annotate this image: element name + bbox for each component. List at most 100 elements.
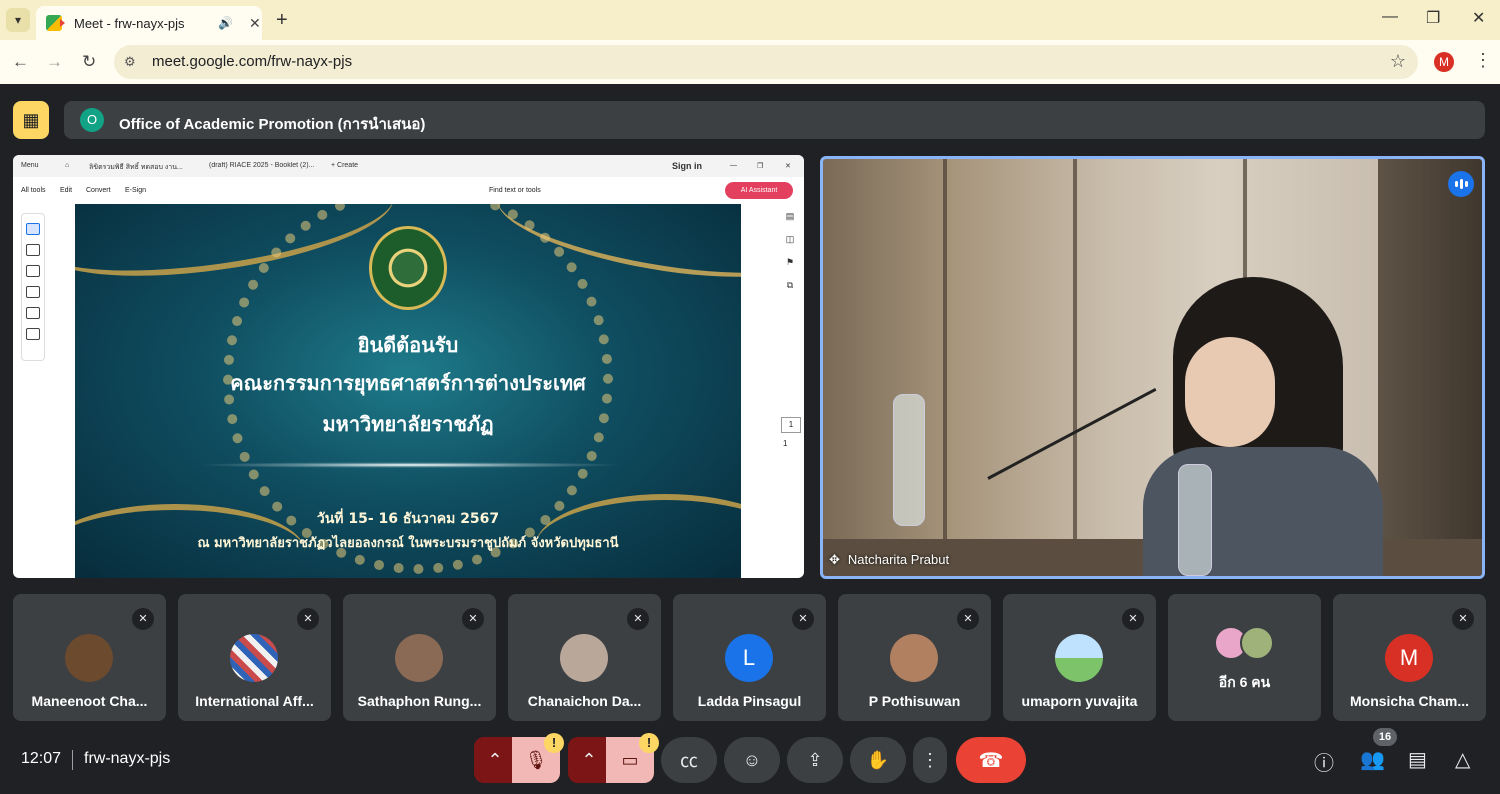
mic-warning-icon: ! — [544, 733, 564, 753]
speaking-indicator-icon — [1448, 171, 1474, 197]
participant-name: International Aff... — [195, 693, 314, 709]
meeting-info-icon[interactable]: ⓘ — [1314, 747, 1334, 776]
university-seal-icon — [369, 226, 447, 310]
audio-options-button[interactable]: ⌃ — [474, 737, 516, 783]
omnibox[interactable]: ⚙ meet.google.com/frw-nayx-pjs ☆ — [114, 45, 1418, 79]
avatar — [65, 634, 113, 682]
address-bar-row: ← → ↻ ⚙ meet.google.com/frw-nayx-pjs ☆ — [0, 40, 1500, 84]
avatar — [395, 634, 443, 682]
mic-off-icon: ✕ — [957, 608, 979, 630]
water-bottle — [893, 394, 925, 526]
browser-menu-icon[interactable]: ⋮ — [1474, 50, 1492, 71]
participant-tile[interactable]: ✕ L Ladda Pinsagul — [673, 594, 826, 721]
activities-icon[interactable]: △ — [1455, 747, 1470, 772]
participant-tile[interactable]: ✕ M Monsicha Cham... — [1333, 594, 1486, 721]
chat-icon[interactable]: ▤ — [1408, 747, 1427, 772]
participant-name: Ladda Pinsagul — [697, 693, 802, 709]
acrobat-left-tools — [21, 213, 45, 361]
meeting-time: 12:07 — [21, 750, 62, 767]
presentation-slide: ยินดีต้อนรับ คณะกรรมการยุทธศาสตร์การต่าง… — [75, 204, 741, 578]
forward-icon[interactable]: → — [46, 52, 63, 72]
participant-tile[interactable]: ✕ International Aff... — [178, 594, 331, 721]
tool-all: All tools — [21, 187, 46, 194]
find-text: Find text or tools — [489, 187, 541, 194]
video-options-button[interactable]: ⌃ — [568, 737, 610, 783]
more-participants-label: อีก 6 คน — [1218, 674, 1271, 690]
participant-name: Maneenoot Cha... — [31, 693, 148, 709]
acrobat-minimize-icon: — — [730, 162, 737, 169]
page-number-input: 1 — [781, 417, 801, 433]
avatar — [560, 634, 608, 682]
tab-search-button[interactable]: ▾ — [6, 8, 30, 32]
speaker-tile[interactable]: ✥ Natcharita Prabut — [820, 156, 1485, 579]
people-count-badge: 16 — [1373, 728, 1397, 746]
divider — [72, 750, 73, 770]
acrobat-tab-bar: Menu ⌂ ลิขิตรวมพิธี สิทธิ์ ทดสอบ งาน... … — [13, 155, 804, 178]
more-options-button[interactable]: ⋮ — [913, 737, 947, 783]
tool-esign: E-Sign — [125, 187, 147, 194]
browser-tab-bar: ▾ Meet - frw-nayx-pjs 🔊 ✕ + — ❐ ✕ — [0, 0, 1500, 40]
mic-off-icon: ✕ — [462, 608, 484, 630]
more-participants-tile[interactable]: อีก 6 คน — [1168, 594, 1321, 721]
shared-screen: Menu ⌂ ลิขิตรวมพิธี สิทธิ์ ทดสอบ งาน... … — [13, 155, 804, 578]
mic-off-icon: ✕ — [1452, 608, 1474, 630]
bookmark-star-icon[interactable]: ☆ — [1390, 51, 1406, 72]
stop-presenting-view-icon[interactable]: ▦ — [13, 101, 49, 139]
people-icon[interactable]: 👥 — [1360, 747, 1385, 772]
site-info-icon[interactable]: ⚙ — [124, 54, 136, 70]
url-text[interactable]: meet.google.com/frw-nayx-pjs — [152, 53, 352, 70]
participant-tile[interactable]: ✕ Maneenoot Cha... — [13, 594, 166, 721]
presenter-avatar: O — [80, 108, 104, 132]
participant-name: Sathaphon Rung... — [357, 693, 482, 709]
mic-off-icon: ✕ — [627, 608, 649, 630]
participant-tile[interactable]: ✕ Chanaichon Da... — [508, 594, 661, 721]
tool-convert: Convert — [86, 187, 111, 194]
close-window-icon[interactable]: ✕ — [1472, 8, 1485, 28]
raise-hand-button[interactable]: ✋ — [850, 737, 906, 783]
reload-icon[interactable]: ↻ — [82, 52, 96, 72]
reactions-button[interactable]: ☺ — [724, 737, 780, 783]
slide-date: วันที่ 15- 16 ธันวาคม 2567 — [316, 511, 500, 527]
acrobat-tab-1: ลิขิตรวมพิธี สิทธิ์ ทดสอบ งาน... — [89, 164, 183, 171]
slide-university: มหาวิทยาลัยราชภัฏ — [322, 412, 494, 436]
acrobat-create: + Create — [331, 162, 359, 169]
presenter-title: Office of Academic Promotion (การนำเสนอ) — [119, 116, 426, 133]
presenter-bar: O Office of Academic Promotion (การนำเสน… — [64, 101, 1485, 139]
slide-committee: คณะกรรมการยุทธศาสตร์การต่างประเทศ — [230, 371, 586, 395]
mic-off-icon: ✕ — [792, 608, 814, 630]
acrobat-right-tools: ▤ ◫ ⚑ ⧉ — [785, 211, 795, 290]
minimize-icon[interactable]: — — [1382, 8, 1398, 26]
avatar: M — [1385, 634, 1433, 682]
browser-tab-meet[interactable]: Meet - frw-nayx-pjs 🔊 ✕ — [36, 6, 262, 40]
present-screen-button[interactable]: ⇪ — [787, 737, 843, 783]
tab-close-icon[interactable]: ✕ — [249, 15, 261, 32]
speaker-video — [1133, 277, 1393, 576]
avatar: L — [725, 634, 773, 682]
tool-edit: Edit — [60, 187, 73, 194]
avatar — [230, 634, 278, 682]
tab-title: Meet - frw-nayx-pjs — [74, 15, 185, 31]
restore-icon[interactable]: ❐ — [1426, 8, 1440, 28]
mic-off-icon: ✕ — [132, 608, 154, 630]
back-icon[interactable]: ← — [12, 52, 29, 72]
acrobat-tab-2: (draft) RIACE 2025 - Booklet (2)... — [209, 162, 315, 169]
acrobat-sign-in: Sign in — [672, 161, 702, 171]
meeting-code: frw-nayx-pjs — [84, 750, 171, 767]
pin-icon[interactable]: ✥ — [829, 552, 840, 567]
avatar — [1055, 634, 1103, 682]
participant-tile[interactable]: ✕ P Pothisuwan — [838, 594, 991, 721]
page-total: 1 — [783, 439, 788, 448]
home-icon: ⌂ — [65, 162, 70, 169]
captions-button[interactable]: ㏄ — [661, 737, 717, 783]
acrobat-toolbar: All tools Edit Convert E-Sign Find text … — [13, 177, 804, 205]
participant-name: P Pothisuwan — [868, 693, 961, 709]
microphone — [987, 387, 1157, 480]
new-tab-button[interactable]: + — [276, 9, 288, 32]
tab-audio-icon[interactable]: 🔊 — [218, 16, 233, 30]
acrobat-restore-icon: ❐ — [757, 163, 764, 170]
profile-avatar[interactable]: M — [1434, 52, 1454, 72]
participant-tile[interactable]: ✕ Sathaphon Rung... — [343, 594, 496, 721]
participant-tile[interactable]: ✕ umaporn yuvajita — [1003, 594, 1156, 721]
participant-name: Monsicha Cham... — [1349, 693, 1470, 709]
leave-call-button[interactable]: ☎ — [956, 737, 1026, 783]
